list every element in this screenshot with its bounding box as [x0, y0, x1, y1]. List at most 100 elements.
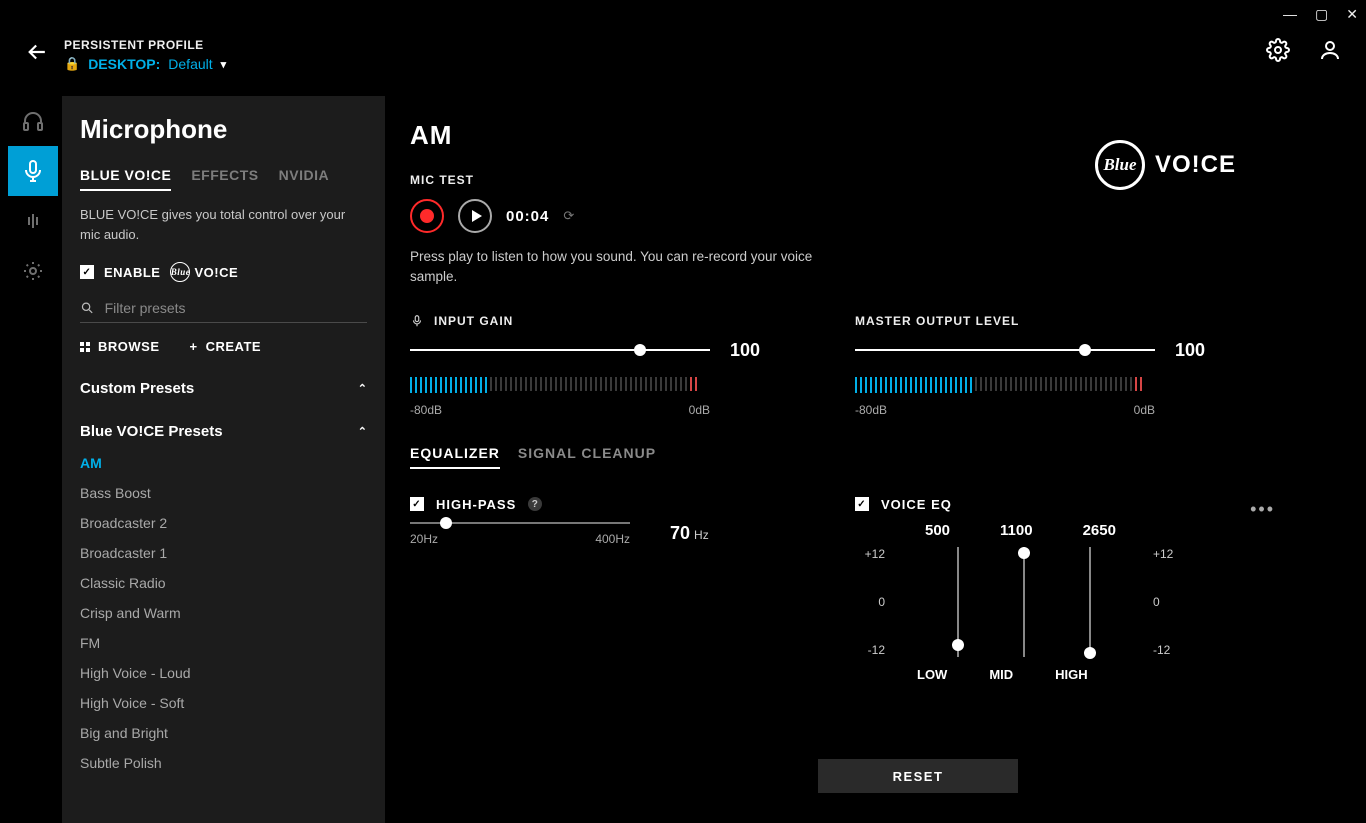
chevron-down-icon: ▾ [221, 58, 227, 71]
tab-effects[interactable]: EFFECTS [191, 167, 258, 191]
blue-voice-description: BLUE VO!CE gives you total control over … [80, 205, 367, 244]
slider-thumb[interactable] [952, 639, 964, 651]
create-button[interactable]: + CREATE [190, 339, 262, 354]
eq-scale-mid: 0 [855, 595, 885, 609]
profile-scope: DESKTOP: [88, 56, 160, 72]
preset-item[interactable]: Big and Bright [80, 718, 367, 748]
window-maximize-button[interactable]: ▢ [1315, 6, 1328, 23]
play-button[interactable] [458, 199, 492, 233]
high-pass-unit: Hz [694, 528, 709, 542]
settings-button[interactable] [1266, 38, 1290, 67]
input-vu-meter [410, 377, 710, 393]
filter-presets-input[interactable] [105, 300, 367, 316]
main-content: AM Blue VO!CE MIC TEST 00:04 ⟳ Press pla… [410, 120, 1346, 823]
preset-item[interactable]: Bass Boost [80, 478, 367, 508]
search-icon [80, 300, 95, 316]
high-pass-checkbox[interactable]: ✓ [410, 497, 424, 511]
input-gain-label: INPUT GAIN [434, 314, 513, 328]
preset-item[interactable]: Broadcaster 2 [80, 508, 367, 538]
output-vu-meter [855, 377, 1155, 393]
refresh-button[interactable]: ⟳ [563, 208, 574, 224]
profile-name: Default [168, 56, 212, 72]
browse-button[interactable]: BROWSE [80, 339, 160, 354]
voice-eq-menu-button[interactable]: ••• [1250, 499, 1275, 520]
high-pass-value: 70 [670, 523, 690, 544]
blue-voice-circle-icon: Blue [170, 262, 190, 282]
voice-eq-label: VOICE EQ [881, 497, 952, 512]
account-button[interactable] [1318, 38, 1342, 67]
headphone-icon [21, 109, 45, 133]
high-pass-label: HIGH-PASS [436, 497, 516, 512]
window-close-button[interactable]: ✕ [1346, 6, 1358, 23]
enable-blue-voice-checkbox[interactable]: ✓ [80, 265, 94, 279]
slider-thumb[interactable] [1018, 547, 1030, 559]
profile-label: PERSISTENT PROFILE [64, 38, 226, 52]
slider-thumb[interactable] [634, 344, 646, 356]
user-icon [1318, 38, 1342, 62]
master-output-label: MASTER OUTPUT LEVEL [855, 314, 1019, 328]
voice-eq-mid-freq: 1100 [1000, 522, 1033, 539]
profile-selector[interactable]: 🔒 DESKTOP: Default ▾ [64, 56, 226, 72]
tab-blue-voice[interactable]: BLUE VO!CE [80, 167, 171, 191]
slider-thumb[interactable] [1079, 344, 1091, 356]
mic-test-hint: Press play to listen to how you sound. Y… [410, 247, 830, 288]
preset-item[interactable]: Crisp and Warm [80, 598, 367, 628]
input-gain-slider[interactable] [410, 349, 710, 351]
slider-thumb[interactable] [1084, 647, 1096, 659]
slider-thumb[interactable] [440, 517, 452, 529]
chevron-up-icon: ⌃ [358, 425, 367, 438]
blue-voice-logo-large: Blue VO!CE [1095, 140, 1236, 190]
nav-rail [8, 96, 58, 296]
nav-headphone[interactable] [8, 96, 58, 146]
tab-nvidia[interactable]: NVIDIA [279, 167, 329, 191]
eq-scale-bot-r: -12 [1153, 643, 1183, 657]
high-pass-block: ✓ HIGH-PASS ? 20Hz 400Hz 70 Hz [410, 497, 790, 682]
voice-eq-block: ✓ VOICE EQ ••• 500 1100 2650 +12 0 -12 + [855, 497, 1235, 682]
lock-icon: 🔒 [64, 56, 80, 72]
preset-item[interactable]: Classic Radio [80, 568, 367, 598]
plus-icon: + [190, 339, 198, 354]
input-gain-block: INPUT GAIN 100 -80dB 0dB [410, 314, 790, 417]
nav-lighting[interactable] [8, 246, 58, 296]
record-button[interactable] [410, 199, 444, 233]
mic-icon [410, 314, 424, 328]
master-output-max-label: 0dB [1134, 403, 1155, 417]
preset-item[interactable]: FM [80, 628, 367, 658]
voice-eq-high-slider[interactable] [1089, 547, 1091, 657]
custom-presets-header[interactable]: Custom Presets ⌃ [80, 372, 367, 405]
help-icon[interactable]: ? [528, 497, 542, 511]
equalizer-icon [21, 209, 45, 233]
high-pass-min-label: 20Hz [410, 532, 438, 546]
master-output-min-label: -80dB [855, 403, 887, 417]
back-button[interactable] [14, 39, 54, 71]
play-icon [472, 210, 482, 222]
blue-voice-presets-header[interactable]: Blue VO!CE Presets ⌃ [80, 415, 367, 448]
preset-item[interactable]: Broadcaster 1 [80, 538, 367, 568]
enable-label: ENABLE [104, 265, 160, 280]
eq-scale-top: +12 [855, 547, 885, 561]
blue-voice-logo-small: Blue VO!CE [170, 262, 238, 282]
input-gain-value: 100 [730, 340, 760, 361]
preset-item[interactable]: High Voice - Loud [80, 658, 367, 688]
custom-presets-label: Custom Presets [80, 380, 194, 397]
preset-item[interactable]: AM [80, 448, 367, 478]
brightness-icon [21, 259, 45, 283]
blue-voice-text: VO!CE [194, 265, 238, 280]
master-output-slider[interactable] [855, 349, 1155, 351]
tab-signal-cleanup[interactable]: SIGNAL CLEANUP [518, 445, 656, 469]
nav-microphone[interactable] [8, 146, 58, 196]
voice-eq-low-slider[interactable] [957, 547, 959, 657]
tab-equalizer[interactable]: EQUALIZER [410, 445, 500, 469]
window-minimize-button[interactable]: — [1283, 6, 1297, 23]
voice-eq-mid-slider[interactable] [1023, 547, 1025, 657]
voice-eq-checkbox[interactable]: ✓ [855, 497, 869, 511]
preset-item[interactable]: High Voice - Soft [80, 688, 367, 718]
preset-item[interactable]: Subtle Polish [80, 748, 367, 778]
sidebar: Microphone BLUE VO!CE EFFECTS NVIDIA BLU… [62, 96, 385, 823]
high-pass-slider[interactable] [410, 522, 630, 524]
page-title: Microphone [80, 114, 367, 145]
reset-button[interactable]: RESET [818, 759, 1018, 793]
master-output-value: 100 [1175, 340, 1205, 361]
nav-equalizer[interactable] [8, 196, 58, 246]
voice-eq-mid-band: MID [989, 667, 1013, 682]
